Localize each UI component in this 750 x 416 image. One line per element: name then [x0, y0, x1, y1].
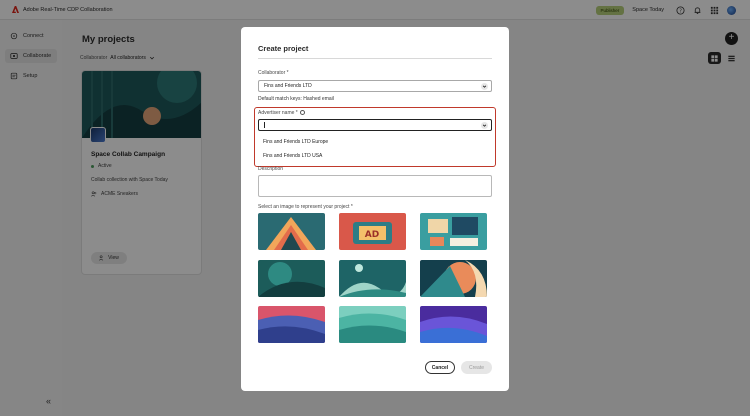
collaborator-select[interactable]: Fins and Friends LTD [258, 80, 492, 92]
create-project-dialog: Create project Collaborator * Fins and F… [241, 27, 509, 391]
dialog-title: Create project [258, 44, 309, 53]
project-image-option-3[interactable] [420, 213, 487, 250]
project-image-option-5[interactable] [339, 260, 406, 297]
advertiser-label: Advertiser name * [258, 110, 305, 116]
collaborator-label: Collaborator * [258, 70, 289, 76]
dropdown-option[interactable]: Fins and Friends LTD Europe [263, 139, 328, 145]
info-icon[interactable] [299, 110, 305, 115]
advertiser-dropdown-menu: Fins and Friends LTD Europe Fins and Fri… [258, 134, 492, 163]
project-image-option-1[interactable] [258, 213, 325, 250]
image-select-label: Select an image to represent your projec… [258, 204, 353, 210]
project-image-option-8[interactable] [339, 306, 406, 343]
text-cursor [264, 122, 265, 128]
project-image-option-4[interactable] [258, 260, 325, 297]
advertiser-name-combobox[interactable] [258, 119, 492, 131]
match-keys-text: Default match keys: Hashed email [258, 96, 334, 102]
project-image-option-9[interactable] [420, 306, 487, 343]
project-image-option-2[interactable]: AD [339, 213, 406, 250]
create-button[interactable]: Create [461, 361, 492, 374]
dialog-divider [258, 58, 492, 59]
svg-text:AD: AD [365, 230, 379, 240]
dropdown-option[interactable]: Fins and Friends LTD USA [263, 153, 322, 159]
project-image-option-6[interactable] [420, 260, 487, 297]
chevron-down-icon[interactable] [481, 122, 488, 129]
collaborator-value: Fins and Friends LTD [264, 83, 312, 89]
project-image-option-7[interactable] [258, 306, 325, 343]
description-textarea[interactable] [258, 175, 492, 197]
description-label: Description [258, 166, 284, 172]
chevron-down-icon [481, 83, 488, 90]
cancel-button[interactable]: Cancel [425, 361, 455, 374]
